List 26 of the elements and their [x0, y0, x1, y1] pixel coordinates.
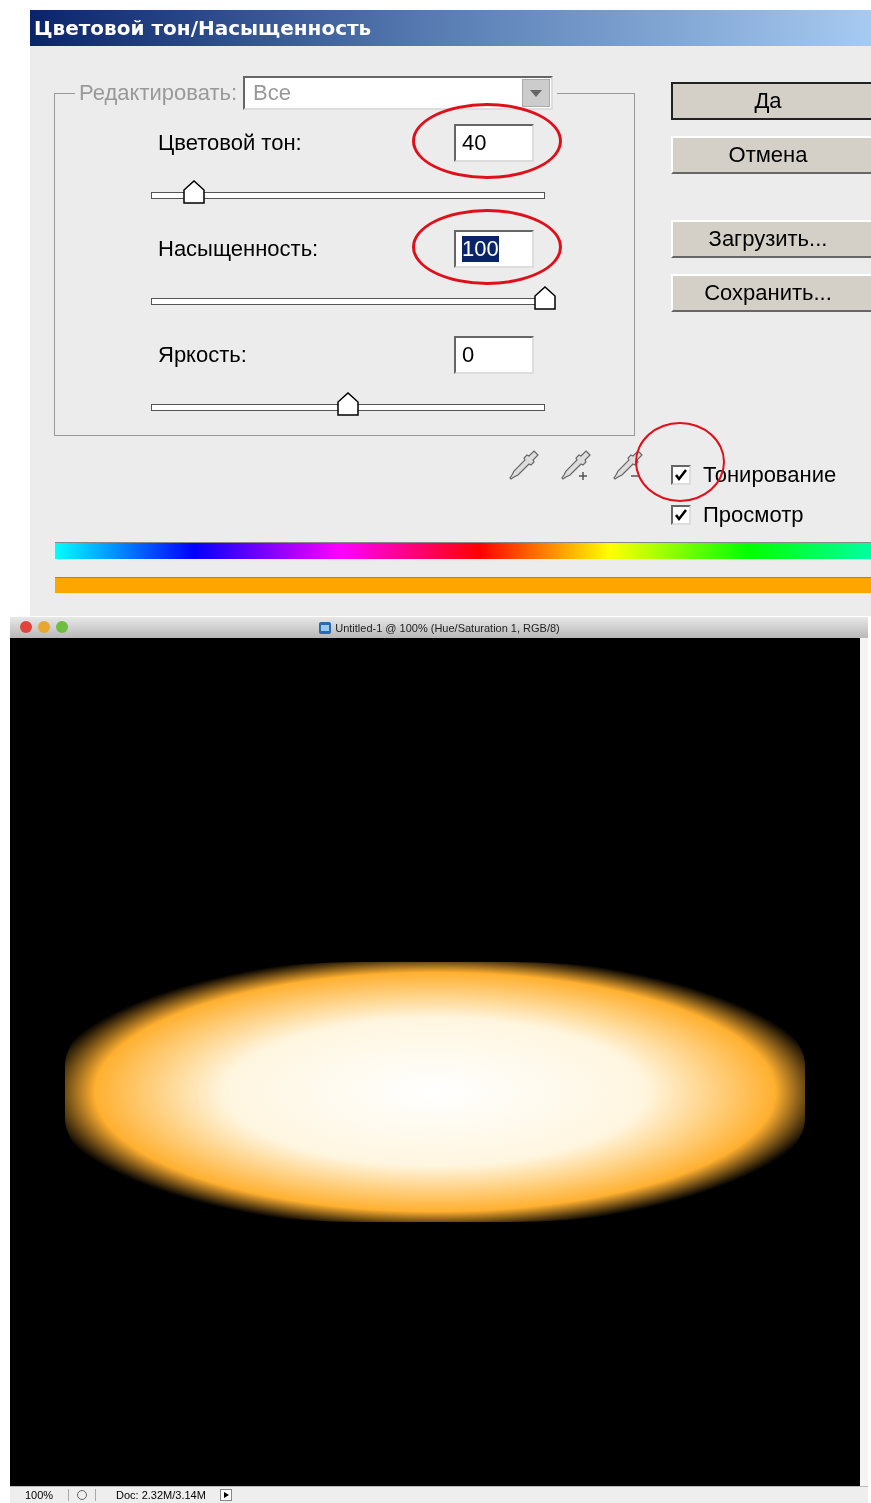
dialog-button[interactable]: Загрузить...: [671, 220, 871, 258]
slider-thumb[interactable]: [183, 180, 206, 204]
document-title: Untitled-1 @ 100% (Hue/Saturation 1, RGB/8): [335, 621, 560, 634]
checkbox-label[interactable]: Просмотр: [703, 502, 804, 528]
document-size: Doc: 2.32M/3.14M: [95, 1489, 220, 1501]
caret-icon: [522, 79, 551, 107]
field-label: Насыщенность:: [158, 236, 319, 262]
checkbox[interactable]: [671, 505, 691, 525]
edit-label: Редактировать:: [79, 80, 238, 106]
dialog-button[interactable]: Да: [671, 82, 871, 120]
value-field[interactable]: 0: [454, 336, 534, 374]
slider-thumb[interactable]: [337, 392, 359, 416]
document-icon: [318, 620, 333, 635]
value-field[interactable]: 40: [454, 124, 534, 162]
checkbox[interactable]: [671, 465, 691, 485]
eyedropper-icon[interactable]: [507, 448, 541, 482]
value-field[interactable]: 100: [454, 230, 534, 268]
eyedropper-plus-icon[interactable]: [559, 448, 593, 482]
dialog-title: Цветовой тон/Насыщенность: [34, 16, 372, 40]
field-label: Цветовой тон:: [158, 130, 302, 156]
zoom-level[interactable]: 100%: [10, 1489, 69, 1501]
field-label: Яркость:: [158, 342, 247, 368]
dialog-button[interactable]: Отмена: [671, 136, 871, 174]
slider-thumb[interactable]: [534, 286, 556, 310]
close-icon[interactable]: [20, 621, 32, 633]
dialog-button[interactable]: Сохранить...: [671, 274, 871, 312]
